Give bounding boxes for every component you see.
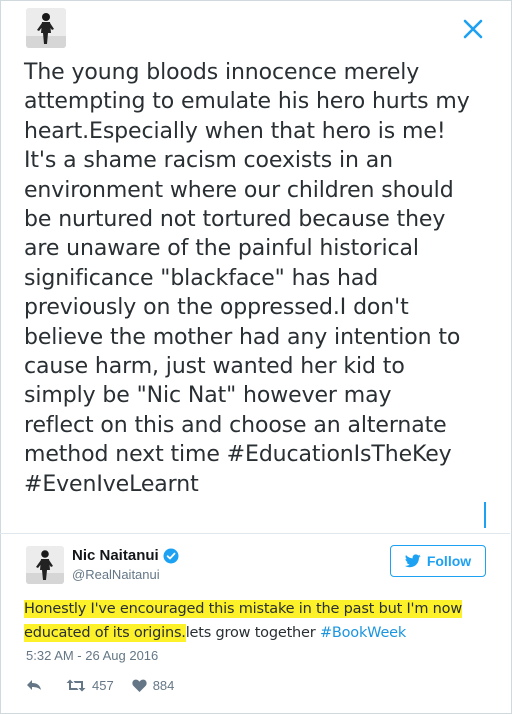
user-handle[interactable]: @RealNaitanui <box>72 567 160 582</box>
twitter-bird-icon <box>404 554 421 568</box>
display-name[interactable]: Nic Naitanui <box>72 547 159 564</box>
close-icon <box>463 19 483 39</box>
highlighted-text-1: Honestly I've encouraged this mistake in… <box>24 600 462 618</box>
like-button[interactable]: 884 <box>132 677 175 693</box>
divider <box>0 533 510 534</box>
verified-badge-icon <box>163 548 179 564</box>
reply-icon <box>27 680 41 690</box>
follow-label: Follow <box>426 553 472 569</box>
retweet-icon <box>66 679 86 691</box>
close-button[interactable] <box>460 16 486 42</box>
tweet-actions: 457 884 <box>26 676 174 694</box>
heart-icon <box>132 679 147 692</box>
avatar[interactable] <box>26 546 64 584</box>
quoted-avatar <box>26 8 66 48</box>
timestamp[interactable]: 5:32 AM - 26 Aug 2016 <box>26 648 158 663</box>
follow-button[interactable]: Follow <box>390 545 486 577</box>
quoted-tweet-text: The young bloods innocence merely attemp… <box>24 60 470 497</box>
retweet-button[interactable]: 457 <box>66 678 114 693</box>
tweet-text-plain: lets grow together <box>185 625 320 641</box>
highlighted-text-2: educated of its origins. <box>24 624 186 642</box>
tweet-text: Honestly I've encouraged this mistake in… <box>24 597 494 645</box>
reply-button[interactable] <box>26 679 42 691</box>
author-name-row[interactable]: Nic Naitanui <box>72 547 179 564</box>
retweet-count: 457 <box>92 677 114 693</box>
like-count: 884 <box>152 677 175 693</box>
text-cursor <box>484 502 486 528</box>
hashtag-link[interactable]: #BookWeek <box>320 625 406 641</box>
